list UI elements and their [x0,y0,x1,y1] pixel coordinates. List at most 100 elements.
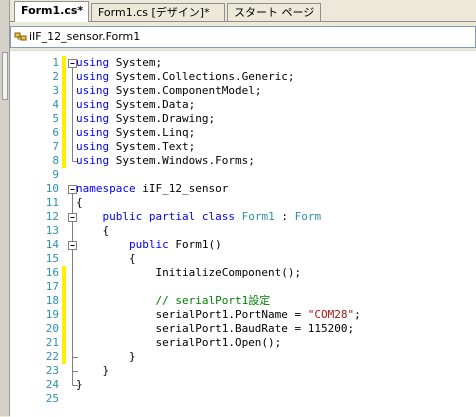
toolbox-strip [0,0,10,416]
keyword-token: class [201,210,235,223]
keyword-token: using [76,70,110,83]
code-text: } [76,350,136,364]
type-dropdown[interactable]: iIF_12_sensor.Form1 [10,26,476,48]
change-marker [62,280,66,294]
tab-form1-designer[interactable]: Form1.cs [デザイン]* [91,3,225,21]
code-text: serialPort1.Open(); [76,336,281,350]
line-number: 13 [45,224,59,237]
code-line[interactable]: 3 using System.ComponentModel; [10,84,476,98]
code-line[interactable]: 8 using System.Windows.Forms; [10,154,476,168]
change-marker [62,154,66,168]
code-token: System.Data; [109,98,196,111]
line-number: 4 [52,98,59,111]
change-marker [62,126,66,140]
code-token: { [76,252,136,265]
line-number: 18 [45,294,59,307]
code-line[interactable]: 12 public partial class Form1 : Form [10,210,476,224]
code-line[interactable]: 23 } [10,364,476,378]
line-number: 3 [52,84,59,97]
keyword-token: partial [148,210,196,223]
line-number: 9 [52,168,59,181]
change-marker [62,56,66,70]
line-number: 22 [45,350,59,363]
code-line[interactable]: 11 { [10,196,476,210]
code-text: } [76,378,83,392]
keyword-token: public [128,238,169,251]
line-number: 25 [45,392,59,405]
tab-form1-cs[interactable]: Form1.cs* [14,1,89,22]
change-marker [62,308,66,322]
code-line[interactable]: 4 using System.Data; [10,98,476,112]
code-line[interactable]: 6 using System.Linq; [10,126,476,140]
code-line[interactable]: 15 { [10,252,476,266]
fold-guide [72,280,73,294]
code-line[interactable]: 17 [10,280,476,294]
code-text: using System; [76,56,162,70]
code-editor[interactable]: 1 using System; 2 using System.Collections.… [10,50,476,417]
line-number: 5 [52,112,59,125]
change-marker [62,294,66,308]
tab-start-page[interactable]: スタート ページ [227,3,321,21]
change-marker [62,70,66,84]
code-line[interactable]: 5 using System.Drawing; [10,112,476,126]
code-line[interactable]: 9 [10,168,476,182]
line-number: 16 [45,266,59,279]
code-line[interactable]: 10 namespace iIF_12_sensor [10,182,476,196]
code-line[interactable]: 1 using System; [10,56,476,70]
code-token: System.Text; [109,140,196,153]
code-line[interactable]: 2 using System.Collections.Generic; [10,70,476,84]
code-line[interactable]: 7 using System.Text; [10,140,476,154]
line-number: 10 [45,182,59,195]
code-line[interactable]: 21 serialPort1.Open(); [10,336,476,350]
code-token: ; [354,308,361,321]
keyword-token: using [76,154,110,167]
code-line[interactable]: 13 { [10,224,476,238]
code-text: using System.Windows.Forms; [76,154,255,168]
code-line[interactable]: 16 InitializeComponent(); [10,266,476,280]
code-text: public Form1() [76,238,222,252]
code-line[interactable]: 22 } [10,350,476,364]
code-text: using System.Collections.Generic; [76,70,295,84]
keyword-token: public [102,210,143,223]
code-text: { [76,196,83,210]
comment-token: // serialPort1設定 [155,294,271,307]
code-token: serialPort1.BaudRate = 115200; [76,322,355,335]
code-token: InitializeComponent(); [76,266,302,279]
change-marker [62,266,66,280]
keyword-token: using [76,112,110,125]
line-number: 24 [45,378,59,391]
code-text: serialPort1.BaudRate = 115200; [76,322,354,336]
code-line[interactable]: 19 serialPort1.PortName = "COM28"; [10,308,476,322]
code-line[interactable]: 14 public Form1() [10,238,476,252]
code-line[interactable]: 18 // serialPort1設定 [10,294,476,308]
code-token: } [76,350,136,363]
line-number: 17 [45,280,59,293]
toolbox-tab[interactable] [2,52,8,100]
code-token: System.Windows.Forms; [109,154,255,167]
code-text: using System.Linq; [76,126,195,140]
line-number: 11 [45,196,59,209]
change-marker [62,322,66,336]
code-token: { [76,196,83,209]
type-token: Form1 [241,210,275,223]
line-number: 7 [52,140,59,153]
line-number: 19 [45,308,59,321]
code-token: System.Drawing; [109,112,216,125]
code-text: } [76,364,109,378]
code-text: serialPort1.PortName = "COM28"; [76,308,361,322]
code-token: : [274,210,295,223]
code-text: // serialPort1設定 [76,294,270,308]
code-line[interactable]: 20 serialPort1.BaudRate = 115200; [10,322,476,336]
change-marker [62,140,66,154]
code-line[interactable]: 25 [10,392,476,406]
code-text: namespace iIF_12_sensor [76,182,228,196]
line-number: 23 [45,364,59,377]
code-token: Form1() [168,238,222,251]
code-token: serialPort1.Open(); [76,336,282,349]
code-line[interactable]: 24} [10,378,476,392]
keyword-token: using [76,98,110,111]
